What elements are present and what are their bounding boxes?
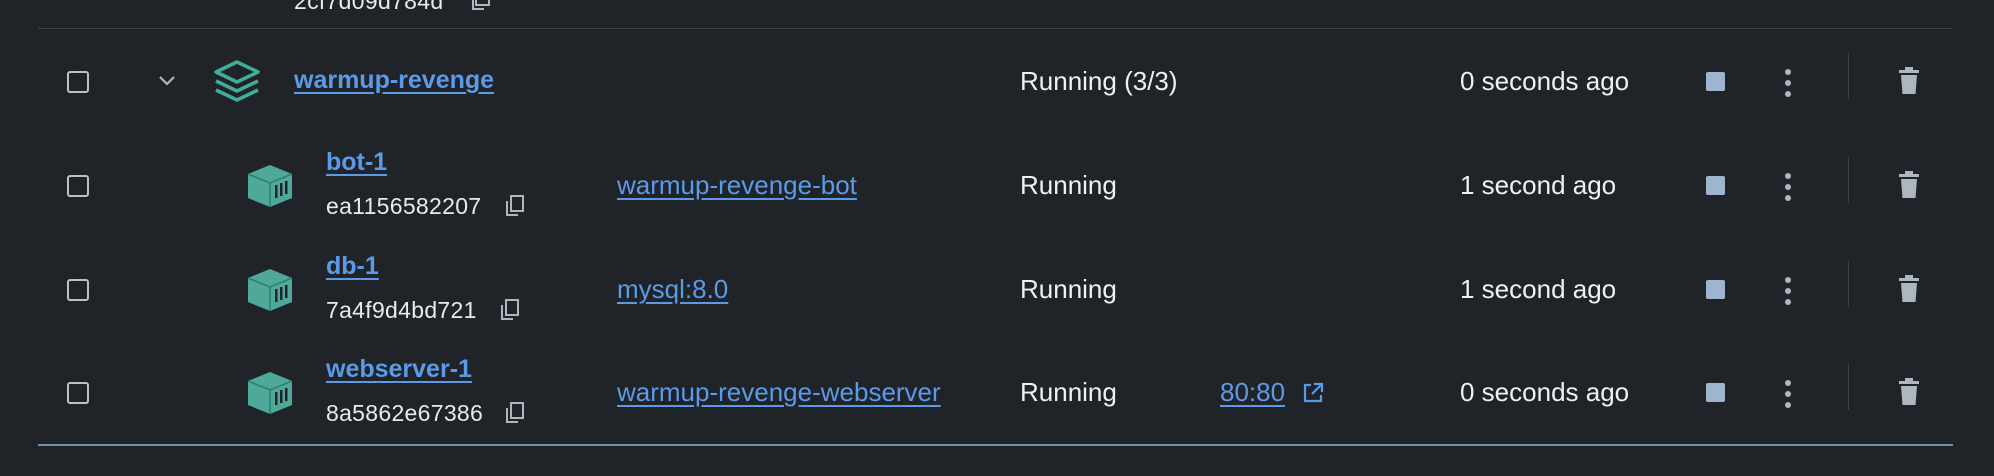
container-name-link[interactable]: db-1	[326, 252, 379, 281]
external-link-icon[interactable]	[1302, 382, 1324, 404]
copy-icon[interactable]	[499, 298, 521, 322]
container-icon	[247, 269, 293, 311]
stop-icon[interactable]	[1706, 72, 1725, 91]
container-time: 0 seconds ago	[1460, 377, 1630, 407]
stop-icon[interactable]	[1706, 383, 1725, 402]
partial-container-id: 2cf7d09d784d	[294, 0, 444, 14]
container-name-link[interactable]: bot-1	[326, 148, 387, 177]
container-status: Running	[1020, 170, 1117, 200]
chevron-down-icon[interactable]	[156, 73, 178, 89]
copy-icon[interactable]	[504, 194, 526, 218]
group-row: warmup-revenge Running (3/3) 0 seconds a…	[0, 29, 1994, 133]
divider	[1848, 261, 1849, 307]
table-bottom-border	[38, 444, 1953, 446]
group-time: 0 seconds ago	[1460, 66, 1630, 96]
container-time: 1 second ago	[1460, 274, 1617, 304]
divider	[1848, 157, 1849, 203]
trash-icon[interactable]	[1898, 275, 1920, 303]
container-checkbox[interactable]	[67, 279, 89, 301]
copy-icon[interactable]	[470, 0, 492, 12]
container-row: webserver-1 8a5862e67386 warmup-revenge-…	[0, 340, 1994, 444]
trash-icon[interactable]	[1898, 378, 1920, 406]
kebab-menu-icon[interactable]	[1784, 69, 1792, 97]
group-status: Running (3/3)	[1020, 66, 1178, 96]
container-checkbox[interactable]	[67, 382, 89, 404]
image-link[interactable]: mysql:8.0	[617, 274, 728, 305]
container-status: Running	[1020, 377, 1117, 407]
group-name-link[interactable]: warmup-revenge	[294, 66, 494, 95]
stop-icon[interactable]	[1706, 176, 1725, 195]
stop-icon[interactable]	[1706, 280, 1725, 299]
image-link[interactable]: warmup-revenge-webserver	[617, 377, 941, 408]
container-row: bot-1 ea1156582207 warmup-revenge-bot Ru…	[0, 133, 1994, 237]
image-link[interactable]: warmup-revenge-bot	[617, 170, 857, 201]
container-row: db-1 7a4f9d4bd721 mysql:8.0 Running 1 se…	[0, 237, 1994, 341]
container-icon	[247, 165, 293, 207]
container-name-link[interactable]: webserver-1	[326, 355, 472, 384]
kebab-menu-icon[interactable]	[1784, 380, 1792, 408]
group-checkbox[interactable]	[67, 71, 89, 93]
copy-icon[interactable]	[504, 401, 526, 425]
port-link[interactable]: 80:80	[1220, 377, 1285, 408]
kebab-menu-icon[interactable]	[1784, 277, 1792, 305]
kebab-menu-icon[interactable]	[1784, 173, 1792, 201]
trash-icon[interactable]	[1898, 171, 1920, 199]
container-id: 7a4f9d4bd721	[326, 297, 477, 323]
divider	[1848, 53, 1849, 99]
container-time: 1 second ago	[1460, 170, 1617, 200]
container-id: ea1156582207	[326, 193, 482, 219]
container-id: 8a5862e67386	[326, 400, 484, 426]
container-icon	[247, 372, 293, 414]
container-checkbox[interactable]	[67, 175, 89, 197]
trash-icon[interactable]	[1898, 67, 1920, 95]
divider	[1848, 364, 1849, 410]
container-status: Running	[1020, 274, 1117, 304]
stack-icon	[214, 60, 260, 102]
